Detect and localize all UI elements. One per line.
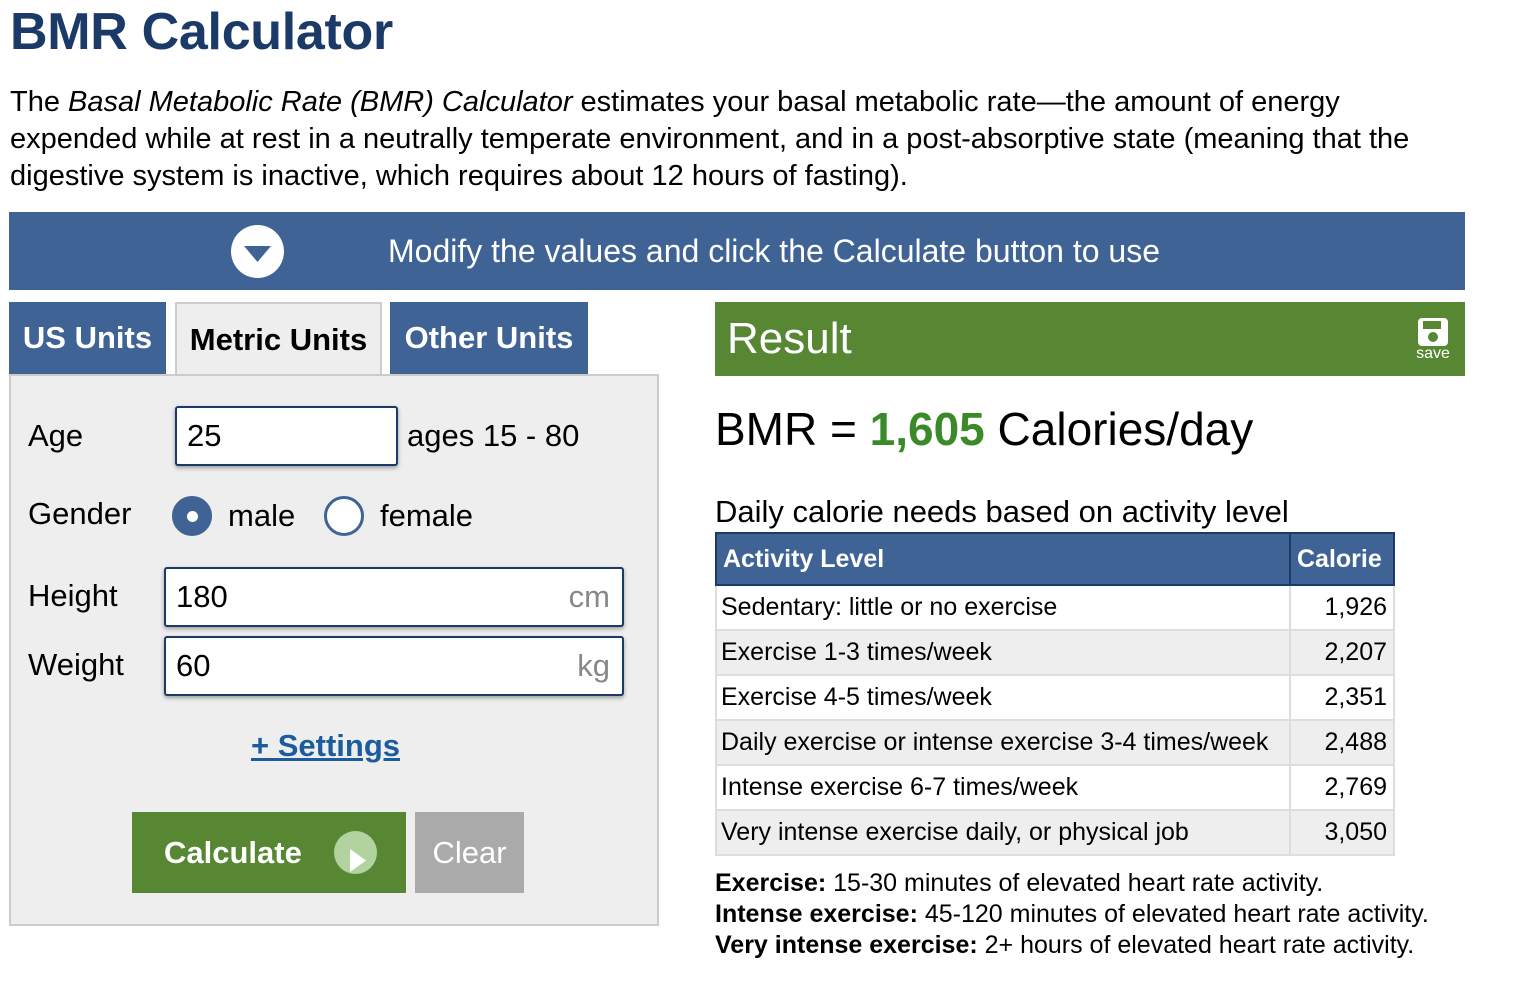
tab-us-units[interactable]: US Units [9, 302, 166, 374]
table-header-row: Activity Level Calorie [715, 532, 1395, 586]
note-term: Exercise: [715, 869, 827, 897]
table-row: Very intense exercise daily, or physical… [715, 809, 1395, 856]
table-row: Intense exercise 6-7 times/week 2,769 [715, 764, 1395, 811]
tab-metric-units[interactable]: Metric Units [175, 302, 382, 376]
note-term: Intense exercise: [715, 900, 918, 928]
banner-text: Modify the values and click the Calculat… [388, 233, 1160, 269]
save-button[interactable]: save [1412, 318, 1454, 368]
activity-cell: Very intense exercise daily, or physical… [715, 809, 1291, 856]
note-text: 15-30 minutes of elevated heart rate act… [826, 869, 1324, 897]
calorie-cell: 2,351 [1289, 674, 1395, 721]
table-row: Exercise 4-5 times/week 2,351 [715, 674, 1395, 721]
gender-male-label[interactable]: male [228, 498, 295, 534]
bmr-suffix: Calories/day [984, 403, 1254, 455]
note-exercise: Exercise: 15-30 minutes of elevated hear… [715, 868, 1429, 899]
clear-button[interactable]: Clear [415, 812, 524, 893]
weight-unit: kg [577, 648, 610, 683]
age-value: 25 [187, 418, 222, 453]
calorie-header: Calorie [1289, 532, 1395, 586]
calorie-cell: 2,488 [1289, 719, 1395, 766]
result-header: Result save [715, 302, 1465, 376]
table-row: Exercise 1-3 times/week 2,207 [715, 629, 1395, 676]
calorie-cell: 3,050 [1289, 809, 1395, 856]
calorie-cell: 2,207 [1289, 629, 1395, 676]
bmr-prefix: BMR = [715, 403, 870, 455]
gender-male-radio[interactable] [172, 496, 212, 536]
height-input[interactable]: 180 cm [164, 567, 624, 627]
bmr-value: 1,605 [869, 403, 985, 455]
weight-label: Weight [28, 647, 124, 682]
table-row: Sedentary: little or no exercise 1,926 [715, 584, 1395, 631]
intro-paragraph: The Basal Metabolic Rate (BMR) Calculato… [10, 84, 1470, 195]
note-intense-exercise: Intense exercise: 45-120 minutes of elev… [715, 899, 1429, 930]
note-text: 2+ hours of elevated heart rate activity… [977, 931, 1415, 959]
activity-cell: Sedentary: little or no exercise [715, 584, 1291, 631]
calculate-button[interactable]: Calculate [132, 812, 406, 893]
age-label: Age [28, 418, 84, 453]
gender-label: Gender [28, 496, 132, 531]
table-row: Daily exercise or intense exercise 3-4 t… [715, 719, 1395, 766]
activity-cell: Daily exercise or intense exercise 3-4 t… [715, 719, 1291, 766]
settings-link[interactable]: + Settings [251, 728, 400, 764]
activity-cell: Exercise 1-3 times/week [715, 629, 1291, 676]
activity-cell: Intense exercise 6-7 times/week [715, 764, 1291, 811]
bmr-result: BMR = 1,605 Calories/day [715, 402, 1253, 456]
height-unit: cm [568, 579, 610, 614]
daily-needs-heading: Daily calorie needs based on activity le… [715, 494, 1289, 529]
activity-table: Activity Level Calorie Sedentary: little… [715, 532, 1395, 856]
activity-level-header: Activity Level [715, 532, 1291, 586]
calorie-cell: 2,769 [1289, 764, 1395, 811]
save-label: save [1416, 345, 1450, 362]
note-very-intense-exercise: Very intense exercise: 2+ hours of eleva… [715, 930, 1429, 961]
gender-female-label[interactable]: female [380, 498, 473, 534]
height-value: 180 [176, 579, 228, 614]
instruction-banner: Modify the values and click the Calculat… [9, 212, 1465, 290]
age-input[interactable]: 25 [175, 406, 398, 466]
weight-value: 60 [176, 648, 211, 683]
calorie-cell: 1,926 [1289, 584, 1395, 631]
calculate-label: Calculate [164, 835, 302, 870]
height-label: Height [28, 578, 118, 613]
result-title: Result [727, 314, 852, 363]
tab-other-units[interactable]: Other Units [390, 302, 588, 374]
activity-cell: Exercise 4-5 times/week [715, 674, 1291, 721]
page-title: BMR Calculator [10, 3, 393, 61]
note-term: Very intense exercise: [715, 931, 978, 959]
intro-prefix: The [10, 86, 69, 118]
age-hint: ages 15 - 80 [407, 418, 580, 453]
weight-input[interactable]: 60 kg [164, 636, 624, 696]
play-icon [334, 831, 377, 874]
floppy-disk-icon [1418, 318, 1448, 346]
chevron-down-circle-icon[interactable] [231, 225, 284, 278]
gender-female-radio[interactable] [324, 496, 364, 536]
exercise-notes: Exercise: 15-30 minutes of elevated hear… [715, 868, 1429, 961]
calculator-form: Age 25 ages 15 - 80 Gender male female H… [9, 374, 659, 926]
intro-italic: Basal Metabolic Rate (BMR) Calculator [68, 86, 573, 118]
note-text: 45-120 minutes of elevated heart rate ac… [917, 900, 1429, 928]
